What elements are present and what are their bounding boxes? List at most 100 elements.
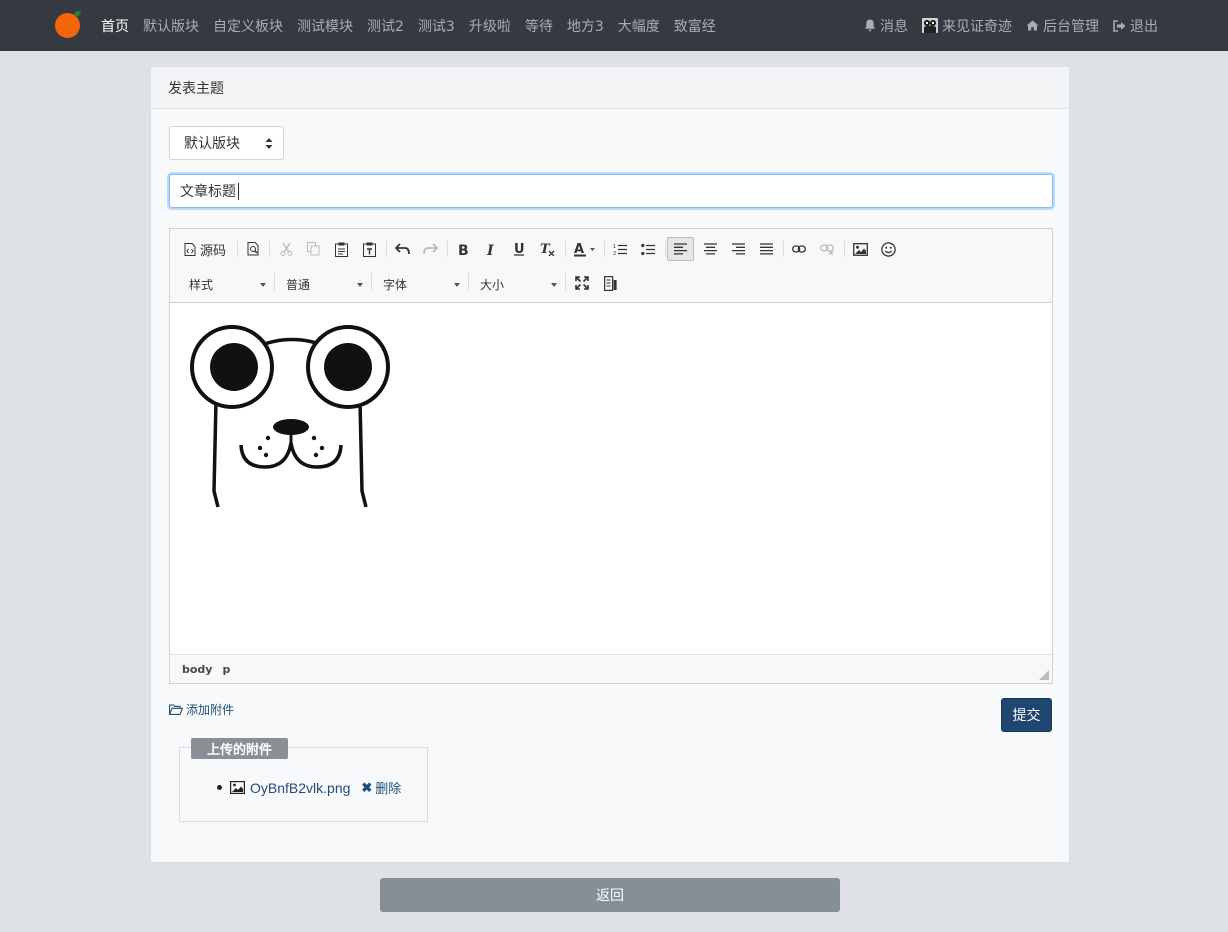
remove-format-icon: T [540, 242, 554, 256]
path-p[interactable]: p [222, 663, 230, 676]
toolbar-separator [274, 273, 275, 291]
copy-icon [306, 242, 319, 256]
show-blocks-button[interactable] [601, 272, 619, 294]
toolbar-separator [604, 241, 605, 257]
svg-text:B: B [458, 243, 469, 256]
underline-button[interactable]: U [510, 238, 528, 260]
dog-face-image [190, 325, 390, 508]
back-button[interactable]: 返回 [380, 878, 840, 912]
font-combo-label: 字体 [383, 277, 408, 292]
source-button[interactable]: 源码 [184, 238, 226, 260]
italic-icon: I [486, 243, 494, 256]
add-attachment-link[interactable]: 添加附件 [169, 701, 234, 718]
align-justify-button[interactable] [757, 238, 775, 260]
source-file-icon [184, 242, 196, 256]
nav-item-user[interactable]: 来见证奇迹 [922, 16, 1012, 36]
redo-button[interactable] [421, 238, 439, 260]
submit-button[interactable]: 提交 [1001, 698, 1052, 732]
nav-item-upgrade[interactable]: 升级啦 [469, 16, 511, 36]
nav-item-big-range[interactable]: 大幅度 [618, 16, 660, 36]
italic-button[interactable]: I [482, 238, 500, 260]
numbered-list-icon: 12 [613, 244, 627, 256]
unlink-button[interactable] [818, 238, 836, 260]
text-caret [238, 183, 239, 200]
preview-button[interactable] [244, 238, 262, 260]
logout-label: 退出 [1130, 18, 1158, 35]
clipboard-icon [334, 242, 348, 257]
nav-item-custom-forum[interactable]: 自定义板块 [213, 16, 283, 36]
forum-select-value: 默认版块 [184, 136, 240, 152]
paste-text-button[interactable] [360, 238, 378, 260]
emoji-button[interactable] [879, 238, 897, 260]
delete-attachment-button[interactable]: ✖ 删除 [361, 778, 401, 797]
style-combo-label: 样式 [189, 277, 214, 292]
toolbar-separator [565, 273, 566, 291]
link-button[interactable] [790, 238, 808, 260]
nav-item-logout[interactable]: 退出 [1113, 16, 1158, 36]
folder-open-icon [169, 704, 183, 715]
redo-icon [422, 243, 438, 255]
chevron-down-icon [551, 283, 557, 287]
show-blocks-icon [603, 275, 617, 291]
bold-button[interactable]: B [454, 238, 472, 260]
numbered-list-button[interactable]: 12 [611, 238, 629, 260]
align-center-icon [703, 243, 717, 255]
orange-logo-icon[interactable] [55, 13, 80, 38]
nav-item-default-forum[interactable]: 默认版块 [143, 16, 199, 36]
post-topic-card: 发表主题 默认版块 源码 [150, 66, 1070, 863]
resize-handle[interactable] [1039, 670, 1049, 680]
image-button[interactable] [851, 238, 869, 260]
align-right-icon [731, 243, 745, 255]
format-combo-label: 普通 [286, 277, 311, 292]
remove-format-button[interactable]: T [538, 238, 556, 260]
nav-item-messages[interactable]: 消息 [864, 16, 908, 36]
font-combo[interactable]: 字体 [383, 273, 460, 295]
cut-button[interactable] [277, 238, 295, 260]
toolbar-separator [237, 241, 238, 257]
size-combo[interactable]: 大小 [480, 273, 557, 295]
attachment-filename-link[interactable]: OyBnfB2vlk.png [250, 780, 350, 796]
align-center-button[interactable] [701, 238, 719, 260]
nav-item-admin[interactable]: 后台管理 [1026, 16, 1099, 36]
undo-icon [394, 243, 410, 255]
editor-content[interactable] [170, 303, 1052, 654]
align-left-icon [674, 243, 687, 255]
toolbar-separator [665, 241, 666, 257]
text-color-button[interactable]: A [571, 238, 599, 260]
source-label: 源码 [200, 243, 227, 259]
preview-icon [247, 242, 258, 256]
scissors-icon [280, 242, 292, 256]
top-navbar: 首页 默认版块 自定义板块 测试模块 测试2 测试3 升级啦 等待 地方3 大幅… [0, 0, 1228, 51]
link-icon [792, 245, 806, 253]
paste-text-icon [362, 242, 376, 257]
nav-item-get-rich[interactable]: 致富经 [674, 16, 716, 36]
align-left-button[interactable] [667, 237, 694, 261]
bold-icon: B [458, 243, 469, 256]
nav-item-test-module[interactable]: 测试模块 [297, 16, 353, 36]
svg-text:2: 2 [613, 251, 616, 256]
title-input[interactable] [169, 174, 1053, 208]
close-icon: ✖ [361, 779, 373, 795]
user-label: 来见证奇迹 [942, 18, 1012, 35]
uploaded-attachments: 上传的附件 OyBnfB2vlk.png ✖ 删除 [179, 738, 428, 822]
toolbar-separator [468, 273, 469, 291]
nav-item-place3[interactable]: 地方3 [567, 16, 604, 36]
forum-select[interactable]: 默认版块 [169, 126, 284, 160]
align-right-button[interactable] [729, 238, 747, 260]
nav-item-test2[interactable]: 测试2 [367, 16, 404, 36]
undo-button[interactable] [393, 238, 411, 260]
style-combo[interactable]: 样式 [189, 273, 266, 295]
format-combo[interactable]: 普通 [286, 273, 363, 295]
text-color-icon: A [574, 242, 595, 257]
maximize-button[interactable] [573, 272, 591, 294]
bell-icon [864, 19, 876, 32]
path-body[interactable]: body [182, 663, 212, 676]
paste-button[interactable] [332, 238, 350, 260]
nav-item-home[interactable]: 首页 [101, 16, 129, 36]
nav-item-test3[interactable]: 测试3 [418, 16, 455, 36]
copy-button[interactable] [304, 238, 322, 260]
rich-text-editor: 源码 B I U T A 1 2 样式 普通 字体 大小 body p [169, 228, 1053, 684]
nav-item-wait[interactable]: 等待 [525, 16, 553, 36]
add-attachment-label: 添加附件 [186, 703, 235, 717]
bullet-list-button[interactable] [639, 238, 657, 260]
